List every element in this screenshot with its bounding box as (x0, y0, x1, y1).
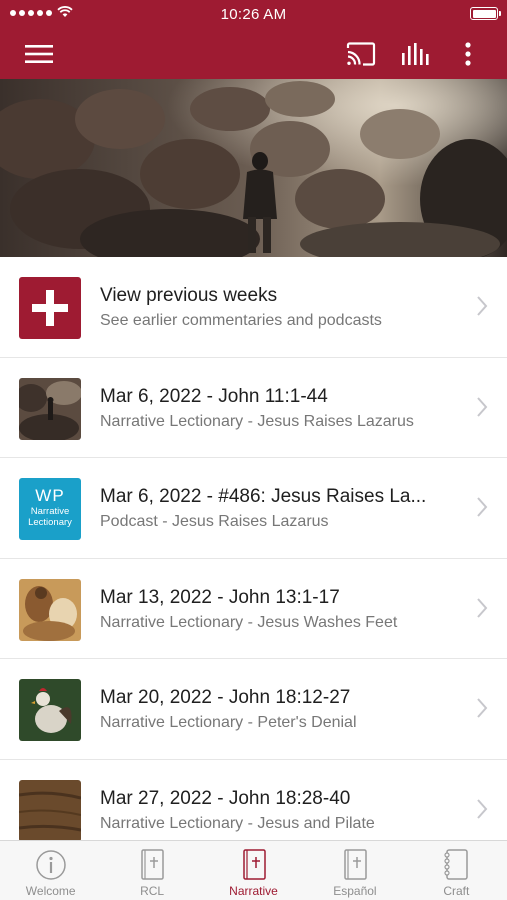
menu-button[interactable] (22, 28, 56, 79)
list-item[interactable]: WP Narrative Lectionary Mar 6, 2022 - #4… (0, 458, 507, 559)
list-item[interactable]: Mar 13, 2022 - John 13:1-17 Narrative Le… (0, 559, 507, 659)
chevron-right-icon (477, 698, 488, 718)
bible-icon (141, 849, 164, 880)
chevron-right-icon (477, 396, 488, 417)
chevron-right-icon (477, 497, 488, 517)
tab-label: Español (333, 884, 377, 898)
wood-thumbnail (19, 779, 81, 842)
tab-espanol[interactable]: Español (304, 841, 405, 900)
list-item-previous-weeks[interactable]: View previous weeks See earlier commenta… (0, 257, 507, 358)
bible-icon (344, 849, 367, 880)
list-item-subtitle: Narrative Lectionary - Jesus Raises Laza… (100, 412, 414, 430)
painting-thumbnail (19, 578, 81, 641)
tab-rcl[interactable]: RCL (101, 841, 202, 900)
plus-tile (19, 277, 81, 339)
list-item-title: Mar 27, 2022 - John 18:28-40 (100, 787, 351, 809)
list-item-title: View previous weeks (100, 285, 278, 306)
list-item-title: Mar 13, 2022 - John 13:1-17 (100, 586, 340, 608)
tab-label: Craft (443, 884, 470, 898)
tab-label: RCL (140, 884, 165, 898)
cave-explorer-photo (0, 79, 507, 257)
more-vert-icon (465, 41, 471, 66)
list-item-title: Mar 6, 2022 - #486: Jesus Raises La... (100, 486, 427, 507)
rooster-thumbnail (19, 679, 81, 741)
notebook-icon (444, 849, 469, 880)
info-icon (35, 850, 66, 880)
cast-button[interactable] (343, 28, 379, 79)
bottom-tab-bar: Welcome RCL Narrative Español Craft (0, 840, 507, 900)
audio-button[interactable] (398, 28, 434, 79)
list-item-subtitle: Narrative Lectionary - Jesus and Pilate (100, 814, 375, 832)
tab-label: Welcome (25, 884, 76, 898)
more-options-button[interactable] (456, 28, 480, 79)
bible-icon (242, 849, 266, 880)
wp-narrative-lectionary-logo: WP Narrative Lectionary (19, 478, 81, 540)
tab-label: Narrative (229, 884, 278, 898)
top-bar: 10:26 AM (0, 0, 507, 79)
hero-image (0, 79, 507, 257)
list-item-subtitle: Narrative Lectionary - Jesus Washes Feet (100, 613, 398, 631)
status-time: 10:26 AM (220, 6, 287, 23)
list-item[interactable]: Mar 6, 2022 - John 11:1-44 Narrative Lec… (0, 358, 507, 458)
hamburger-menu-icon (25, 44, 53, 63)
status-bar: 10:26 AM (0, 0, 507, 28)
list-item-title: Mar 20, 2022 - John 18:12-27 (100, 687, 351, 708)
cave-thumbnail (19, 377, 81, 440)
list-item-subtitle: Podcast - Jesus Raises Lazarus (100, 513, 329, 530)
chevron-right-icon (477, 597, 488, 618)
battery-icon (470, 7, 501, 20)
list-item-title: Mar 6, 2022 - John 11:1-44 (100, 385, 328, 407)
list-item-subtitle: See earlier commentaries and podcasts (100, 312, 382, 329)
cast-icon (346, 41, 376, 66)
tab-craft[interactable]: Craft (406, 841, 507, 900)
list-item[interactable]: Mar 20, 2022 - John 18:12-27 Narrative L… (0, 659, 507, 760)
list-item-subtitle: Narrative Lectionary - Peter's Denial (100, 714, 357, 731)
plus-icon (32, 290, 68, 326)
logo-line-2: Lectionary (28, 516, 72, 528)
wp-logo-text: WP (35, 486, 65, 505)
equalizer-icon (402, 42, 429, 65)
tab-narrative[interactable]: Narrative (203, 841, 304, 900)
tab-welcome[interactable]: Welcome (0, 841, 101, 900)
app-bar (0, 28, 507, 79)
chevron-right-icon (477, 296, 488, 316)
weekly-list: View previous weeks See earlier commenta… (0, 257, 507, 860)
chevron-right-icon (477, 798, 488, 819)
